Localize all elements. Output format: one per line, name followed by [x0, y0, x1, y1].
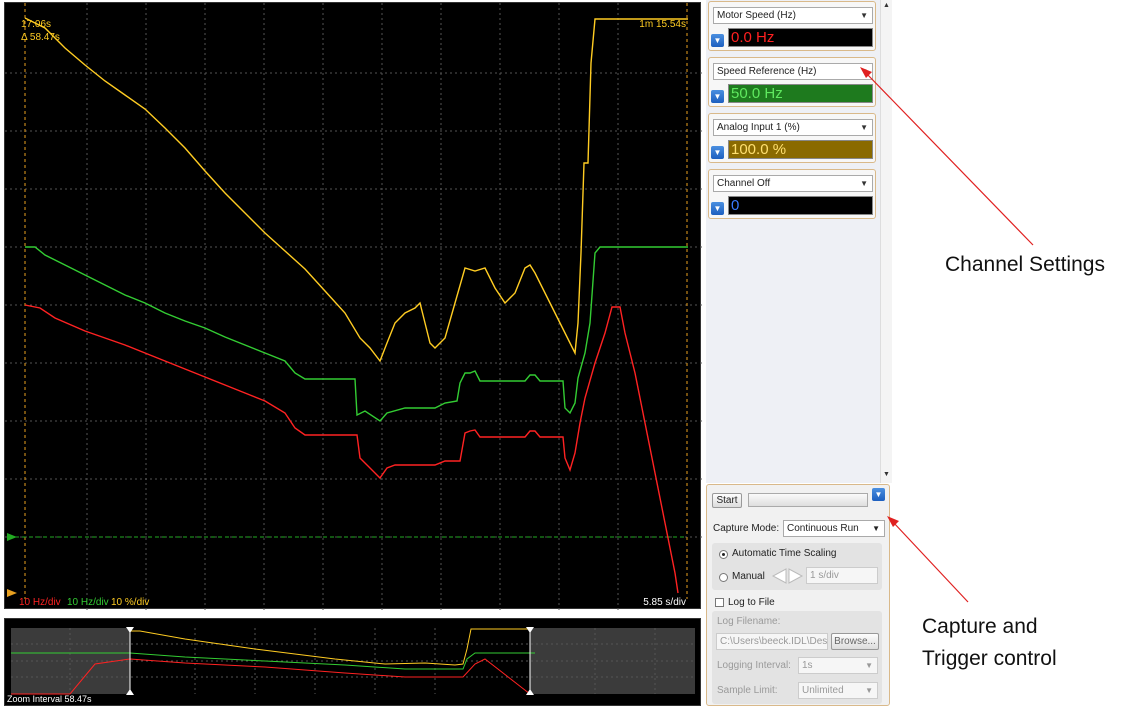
- increase-arrow-icon: [788, 568, 804, 584]
- capture-mode-select[interactable]: Continuous Run ▼: [783, 520, 885, 537]
- cursor-time-readout: 17.06s: [21, 19, 52, 30]
- logging-interval-select[interactable]: 1s ▼: [798, 657, 878, 674]
- logging-interval-value: 1s: [802, 660, 813, 671]
- scope-display[interactable]: 17.06s Δ 58.47s 1m 15.54s 10 Hz/div 10 H…: [4, 2, 702, 610]
- manual-scaling-radio[interactable]: [719, 573, 728, 582]
- zoom-interval-label: Zoom Interval 58.47s: [7, 694, 92, 704]
- scope-grid: [5, 3, 702, 610]
- channel-2-name: Speed Reference (Hz): [717, 66, 817, 77]
- channel-1-value: 0.0 Hz: [728, 28, 873, 47]
- capture-control-pointer: [892, 521, 969, 603]
- channel-1-expand-icon[interactable]: ▼: [711, 34, 724, 47]
- channel-2-select[interactable]: Speed Reference (Hz) ▼: [713, 63, 873, 80]
- manual-step-arrows[interactable]: [770, 567, 806, 585]
- log-to-file-label: Log to File: [728, 597, 775, 608]
- channel-3-expand-icon[interactable]: ▼: [711, 146, 724, 159]
- channel-3-select[interactable]: Analog Input 1 (%) ▼: [713, 119, 873, 136]
- manual-scale-field[interactable]: 1 s/div: [806, 567, 878, 584]
- capture-annotation-line1: Capture and: [922, 615, 1038, 638]
- channel-4: Channel Off ▼ ▼ 0: [708, 169, 876, 219]
- chevron-down-icon: ▼: [860, 123, 868, 132]
- channel-1: Motor Speed (Hz) ▼ ▼ 0.0 Hz: [708, 1, 876, 51]
- logging-interval-label: Logging Interval:: [717, 660, 791, 671]
- start-button[interactable]: Start: [712, 493, 742, 508]
- automatic-scaling-label: Automatic Time Scaling: [732, 548, 837, 559]
- channel-1-name: Motor Speed (Hz): [717, 10, 796, 21]
- browse-button[interactable]: Browse...: [831, 633, 879, 650]
- zoom-overview[interactable]: Zoom Interval 58.47s: [4, 618, 701, 706]
- trace-speed-reference: [25, 246, 688, 422]
- channel-2: Speed Reference (Hz) ▼ ▼ 50.0 Hz: [708, 57, 876, 107]
- channel-panel-scrollbar[interactable]: ▲ ▼: [880, 0, 892, 483]
- automatic-scaling-radio[interactable]: [719, 550, 728, 559]
- channel-4-select[interactable]: Channel Off ▼: [713, 175, 873, 192]
- log-to-file-checkbox[interactable]: [715, 598, 724, 607]
- channel-4-name: Channel Off: [717, 178, 771, 189]
- chevron-down-icon: ▼: [860, 179, 868, 188]
- scroll-down-icon[interactable]: ▼: [882, 470, 891, 479]
- chevron-down-icon: ▼: [865, 661, 873, 670]
- capture-progress-bar: [748, 493, 868, 507]
- manual-scaling-label: Manual: [732, 571, 765, 582]
- channel-1-select[interactable]: Motor Speed (Hz) ▼: [713, 7, 873, 24]
- time-marker-icon: [7, 589, 17, 597]
- channel-4-value: 0: [728, 196, 873, 215]
- sample-limit-select[interactable]: Unlimited ▼: [798, 682, 878, 699]
- channel-3-name: Analog Input 1 (%): [717, 122, 800, 133]
- red-scale-label: 10 Hz/div: [19, 597, 61, 608]
- trigger-marker-icon: [7, 533, 17, 541]
- channel-4-expand-icon[interactable]: ▼: [711, 202, 724, 215]
- capture-expand-icon[interactable]: ▼: [872, 488, 885, 501]
- log-filename-field[interactable]: C:\Users\beeck.IDL\Des: [716, 633, 828, 650]
- channel-2-expand-icon[interactable]: ▼: [711, 90, 724, 103]
- sample-limit-value: Unlimited: [802, 685, 844, 696]
- chevron-down-icon: ▼: [860, 11, 868, 20]
- time-per-div-label: 5.85 s/div: [643, 597, 686, 608]
- green-scale-label: 10 Hz/div: [67, 597, 109, 608]
- capture-mode-value: Continuous Run: [787, 523, 859, 534]
- yellow-scale-label: 10 %/div: [111, 597, 150, 608]
- chevron-down-icon: ▼: [872, 524, 880, 533]
- channel-3-value: 100.0 %: [728, 140, 873, 159]
- decrease-arrow-icon: [771, 568, 787, 584]
- zoom-plot: [11, 627, 695, 695]
- sample-limit-label: Sample Limit:: [717, 685, 778, 696]
- channel-settings-annotation: Channel Settings: [945, 253, 1105, 276]
- log-filename-label: Log Filename:: [717, 616, 781, 627]
- capture-mode-label: Capture Mode:: [713, 523, 780, 534]
- chevron-down-icon: ▼: [865, 686, 873, 695]
- scroll-up-icon[interactable]: ▲: [882, 1, 891, 10]
- channel-2-value: 50.0 Hz: [728, 84, 873, 103]
- scope-plot: [5, 3, 702, 610]
- capture-annotation-line2: Trigger control: [922, 647, 1057, 670]
- delta-time-readout: Δ 58.47s: [21, 32, 60, 43]
- channel-3: Analog Input 1 (%) ▼ ▼ 100.0 %: [708, 113, 876, 163]
- end-time-readout: 1m 15.54s: [639, 19, 686, 30]
- capture-trigger-panel: Start ▼ Capture Mode: Continuous Run ▼ A…: [706, 484, 890, 706]
- trace-motor-speed: [24, 304, 679, 594]
- chevron-down-icon: ▼: [860, 67, 868, 76]
